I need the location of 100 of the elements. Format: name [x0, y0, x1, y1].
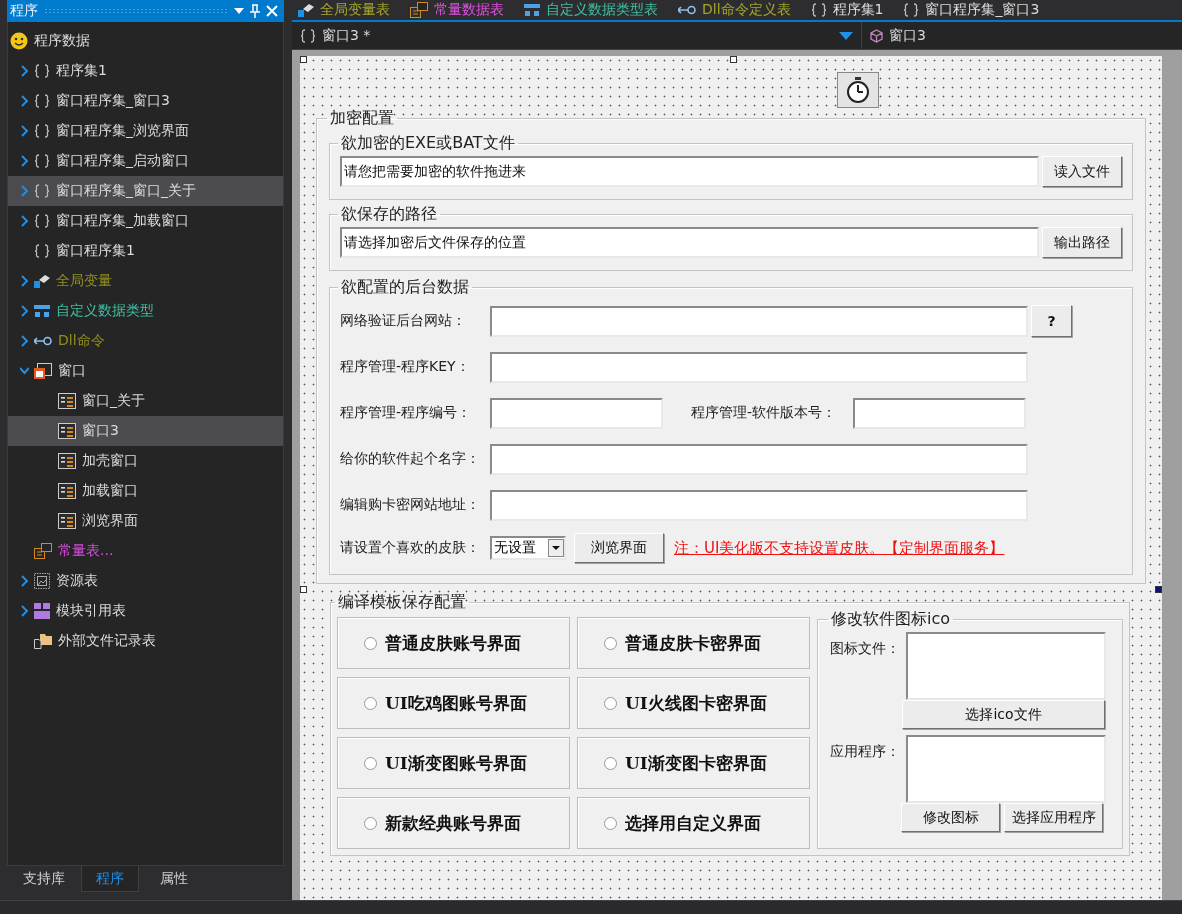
chevron-icon[interactable] [19, 305, 29, 317]
input-field[interactable] [490, 305, 1028, 337]
chevron-icon[interactable] [19, 125, 29, 137]
radio-button[interactable] [364, 636, 377, 650]
tree-item[interactable]: 全局变量 [8, 266, 283, 296]
radio-button[interactable] [604, 696, 617, 710]
input-field[interactable] [490, 489, 1028, 521]
chevron-icon[interactable] [19, 275, 29, 287]
tree-item[interactable]: 资源表 [8, 566, 283, 596]
dropdown-icon[interactable] [234, 8, 244, 14]
editor-tab[interactable]: 程序集1 [804, 1, 898, 19]
tree-item[interactable]: 模块引用表 [8, 596, 283, 626]
folder-icon [34, 633, 52, 649]
template-option[interactable]: 普通皮肤卡密界面 [577, 617, 810, 669]
stopwatch-icon [846, 77, 870, 103]
radio-button[interactable] [364, 696, 377, 710]
tree-item[interactable]: 窗口 [8, 356, 283, 386]
resize-handle[interactable] [1155, 586, 1162, 593]
action-button[interactable]: 输出路径 [1042, 227, 1122, 258]
panel-tab[interactable]: 支持库 [7, 866, 81, 892]
tree-item[interactable]: 窗口程序集_启动窗口 [8, 146, 283, 176]
panel-tab[interactable]: 程序 [81, 866, 139, 892]
tree-item[interactable]: 窗口程序集_浏览界面 [8, 116, 283, 146]
tree-item[interactable]: 窗口_关于 [8, 386, 283, 416]
tree-item[interactable]: 自定义数据类型 [8, 296, 283, 326]
tree-item[interactable]: 窗口程序集1 [8, 236, 283, 266]
braces-icon [34, 94, 50, 108]
path-field[interactable]: 请您把需要加密的软件拖进来 [340, 156, 1039, 187]
action-button[interactable]: 读入文件 [1042, 156, 1122, 187]
editor-tab[interactable]: 常量数据表 [404, 1, 518, 19]
service-link[interactable]: 注：UI美化版不支持设置皮肤。【定制界面服务】 [674, 538, 1005, 558]
chevron-icon[interactable] [19, 65, 29, 77]
close-icon[interactable] [266, 5, 278, 17]
editor-tab[interactable]: 窗口程序集_窗口3 [897, 1, 1054, 19]
input-field[interactable] [490, 443, 1028, 475]
tree-item[interactable]: Dll命令 [8, 326, 283, 356]
tree-item[interactable]: 程序数据 [8, 26, 283, 56]
field-label: 给你的软件起个名字： [340, 450, 481, 468]
input-field[interactable] [853, 397, 1026, 429]
template-option[interactable]: 新款经典账号界面 [337, 797, 570, 849]
tree-item[interactable]: 窗口3 [8, 416, 283, 446]
template-option[interactable]: UI渐变图卡密界面 [577, 737, 810, 789]
resize-handle[interactable] [730, 56, 737, 63]
template-option[interactable]: UI火线图卡密界面 [577, 677, 810, 729]
option-label: 普通皮肤卡密界面 [625, 631, 761, 655]
smiley-icon [10, 32, 28, 50]
resize-handle[interactable] [300, 586, 307, 593]
chevron-icon[interactable] [19, 215, 29, 227]
input-field[interactable] [490, 397, 663, 429]
radio-button[interactable] [604, 756, 617, 770]
chevron-icon[interactable] [19, 605, 29, 617]
braces-icon [34, 154, 50, 168]
panel-tab[interactable]: 属性 [139, 866, 209, 892]
tree-item[interactable]: 窗口程序集_窗口_关于 [8, 176, 283, 206]
template-option[interactable]: 普通皮肤账号界面 [337, 617, 570, 669]
help-button[interactable]: ? [1031, 305, 1072, 337]
form-icon [58, 513, 76, 529]
tree-item[interactable]: 加壳窗口 [8, 446, 283, 476]
object-dropdown[interactable]: 窗口3 [862, 22, 934, 49]
tree-item[interactable]: 窗口程序集_加载窗口 [8, 206, 283, 236]
skin-select[interactable]: 无设置 [490, 536, 566, 560]
app-file-field[interactable] [906, 735, 1106, 803]
icon-file-field[interactable] [906, 632, 1106, 700]
braces-icon [300, 28, 316, 43]
chevron-icon[interactable] [19, 575, 29, 587]
tree-item[interactable]: 加载窗口 [8, 476, 283, 506]
tree-item[interactable]: 外部文件记录表 [8, 626, 283, 656]
tree-item[interactable]: 窗口程序集_窗口3 [8, 86, 283, 116]
modify-icon-button[interactable]: 修改图标 [901, 803, 1000, 832]
editor-tab[interactable]: 自定义数据类型表 [518, 1, 672, 19]
template-option[interactable]: UI吃鸡图账号界面 [337, 677, 570, 729]
radio-button[interactable] [364, 816, 377, 830]
radio-button[interactable] [604, 816, 617, 830]
browse-button[interactable]: 浏览界面 [574, 533, 664, 563]
chevron-icon[interactable] [19, 155, 29, 167]
input-field[interactable] [490, 351, 1028, 383]
editor-tab[interactable]: Dll命令定义表 [672, 1, 805, 19]
module-icon [34, 603, 50, 619]
radio-button[interactable] [364, 756, 377, 770]
editor-tab[interactable]: 全局变量表 [292, 1, 404, 19]
option-label: UI渐变图账号界面 [385, 751, 527, 775]
chevron-icon[interactable] [19, 335, 29, 347]
template-option[interactable]: UI渐变图账号界面 [337, 737, 570, 789]
template-option[interactable]: 选择用自定义界面 [577, 797, 810, 849]
connector-icon [678, 4, 696, 16]
radio-button[interactable] [604, 636, 617, 650]
tree-item[interactable]: 常量表... [8, 536, 283, 566]
pin-icon[interactable] [250, 4, 260, 18]
group-title: 欲加密的EXE或BAT文件 [340, 133, 516, 154]
choose-icon-button[interactable]: 选择ico文件 [902, 700, 1105, 729]
chevron-icon[interactable] [19, 365, 29, 377]
choose-app-button[interactable]: 选择应用程序 [1004, 803, 1103, 832]
chevron-icon[interactable] [19, 95, 29, 107]
timer-control[interactable] [837, 72, 879, 108]
scope-dropdown[interactable]: 窗口3 * [292, 22, 862, 49]
path-field[interactable]: 请选择加密后文件保存的位置 [340, 227, 1039, 258]
resize-handle[interactable] [300, 56, 307, 63]
tree-item[interactable]: 浏览界面 [8, 506, 283, 536]
chevron-icon[interactable] [19, 185, 29, 197]
tree-item[interactable]: 程序集1 [8, 56, 283, 86]
